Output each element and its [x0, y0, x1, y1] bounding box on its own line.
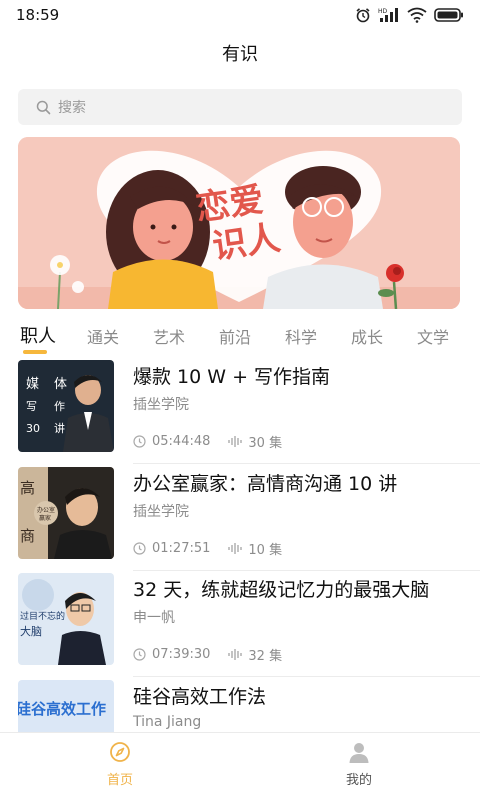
thumb-text: 商 — [20, 527, 35, 545]
tab-chengzhang[interactable]: 成长 — [351, 324, 383, 348]
promo-banner[interactable]: 恋爱 识人 — [18, 137, 460, 309]
thumb-text: 媒 — [26, 377, 39, 392]
course-title: 爆款 10 W + 写作指南 — [133, 366, 331, 388]
course-meta: 07:39:30 32 集 — [133, 645, 282, 664]
course-duration: 01:27:51 — [152, 541, 211, 556]
audio-wave-icon — [228, 649, 243, 660]
course-thumbnail: 硅谷高效工作 — [18, 680, 114, 732]
thumb-text: 赢家 — [39, 514, 51, 522]
thumb-text: 写 — [26, 400, 37, 413]
category-tabs: 职人 通关 艺术 前沿 科学 成长 文学 — [0, 318, 480, 358]
banner-illustration: 恋爱 识人 — [18, 137, 460, 309]
course-list: 媒 体 写 作 30 讲 爆款 10 W + 写作指南 插坐学院 05:44:4… — [0, 358, 480, 732]
status-bar: 18:59 HD — [0, 0, 480, 30]
page-title: 有识 — [222, 44, 258, 65]
course-episodes: 10 集 — [248, 543, 283, 558]
nav-home[interactable]: 首页 — [80, 741, 160, 788]
tab-kexue[interactable]: 科学 — [285, 324, 317, 348]
nav-home-label: 首页 — [106, 773, 133, 788]
course-author: 插坐学院 — [133, 397, 189, 413]
course-thumbnail: 过目不忘的 大脑 — [18, 573, 114, 665]
divider — [133, 570, 480, 571]
search-input[interactable]: 搜索 — [18, 89, 462, 125]
network-type: HD — [378, 8, 388, 15]
signal-icon: HD — [378, 8, 398, 22]
alarm-icon — [356, 8, 370, 23]
tab-wenxue[interactable]: 文学 — [417, 324, 449, 348]
tab-indicator — [23, 350, 47, 354]
divider — [133, 676, 480, 677]
course-item[interactable]: 过目不忘的 大脑 32 天，练就超级记忆力的最强大脑 申一帆 07:39:30 … — [0, 573, 480, 679]
tab-zhiren[interactable]: 职人 — [20, 322, 56, 348]
nav-profile[interactable]: 我的 — [319, 741, 399, 788]
user-icon — [349, 743, 369, 763]
compass-icon — [110, 742, 130, 762]
status-time: 18:59 — [16, 6, 60, 24]
thumb-text: 硅谷高效工作 — [18, 700, 106, 718]
thumb-text: 办公室 — [37, 506, 55, 514]
clock-icon — [133, 648, 146, 661]
clock-icon — [133, 435, 146, 448]
thumb-text: 30 — [26, 422, 40, 435]
thumb-text: 作 — [54, 400, 65, 413]
audio-wave-icon — [228, 436, 243, 447]
tab-yishu[interactable]: 艺术 — [153, 324, 185, 348]
course-title: 办公室赢家：高情商沟通 10 讲 — [133, 473, 398, 495]
course-item[interactable]: 媒 体 写 作 30 讲 爆款 10 W + 写作指南 插坐学院 05:44:4… — [0, 360, 480, 466]
course-meta: 01:27:51 10 集 — [133, 539, 282, 558]
course-episodes: 32 集 — [248, 649, 283, 664]
course-author: 插坐学院 — [133, 504, 189, 520]
course-title: 硅谷高效工作法 — [133, 686, 267, 708]
course-item[interactable]: 高 商 办公室 赢家 办公室赢家：高情商沟通 10 讲 插坐学院 01:27:5… — [0, 467, 480, 573]
course-meta: 05:44:48 30 集 — [133, 432, 282, 451]
tab-qianyan[interactable]: 前沿 — [219, 324, 251, 348]
status-icons: HD — [355, 7, 464, 23]
battery-icon — [434, 8, 463, 22]
search-placeholder: 搜索 — [58, 100, 86, 116]
divider — [133, 463, 480, 464]
tab-tongguan[interactable]: 通关 — [87, 324, 119, 348]
course-duration: 07:39:30 — [152, 647, 211, 662]
course-author: 申一帆 — [133, 610, 175, 626]
nav-profile-label: 我的 — [345, 773, 372, 788]
clock-icon — [133, 542, 146, 555]
course-thumbnail: 高 商 办公室 赢家 — [18, 467, 114, 559]
wifi-icon — [407, 7, 427, 23]
thumb-text: 大脑 — [20, 624, 42, 638]
bottom-nav: 首页 我的 — [0, 732, 480, 800]
audio-wave-icon — [228, 543, 243, 554]
thumb-text: 过目不忘的 — [20, 610, 65, 622]
thumb-text: 高 — [20, 479, 35, 497]
course-duration: 05:44:48 — [152, 434, 211, 449]
search-icon — [36, 100, 51, 114]
course-episodes: 30 集 — [248, 436, 283, 451]
title-bar: 有识 — [0, 30, 480, 76]
thumb-text: 体 — [54, 377, 67, 392]
course-title: 32 天，练就超级记忆力的最强大脑 — [133, 579, 430, 601]
course-item[interactable]: 硅谷高效工作 硅谷高效工作法 Tina Jiang — [0, 680, 480, 732]
thumb-text: 讲 — [54, 421, 65, 435]
course-author: Tina Jiang — [133, 714, 202, 730]
course-thumbnail: 媒 体 写 作 30 讲 — [18, 360, 114, 452]
